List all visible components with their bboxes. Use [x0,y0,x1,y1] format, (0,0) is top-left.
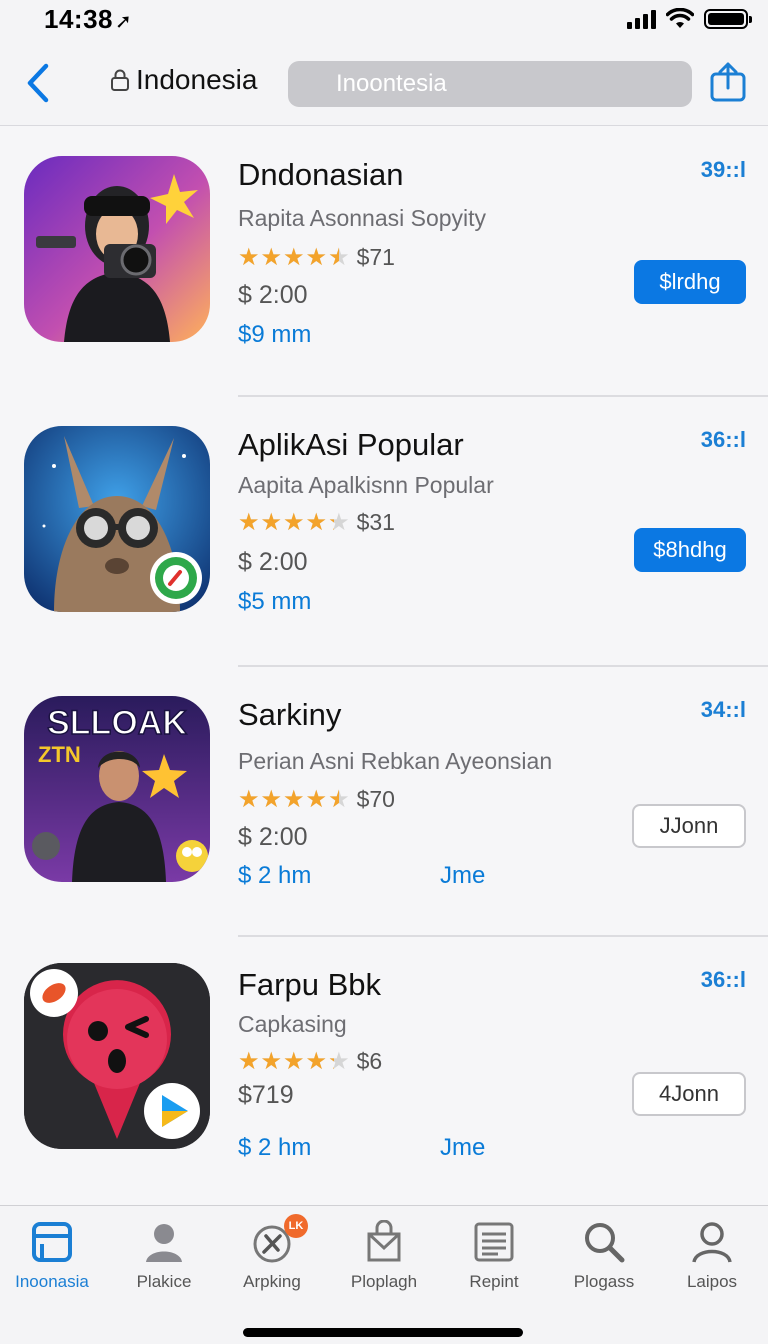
document-icon [474,1222,514,1262]
share-button[interactable] [704,58,752,106]
page-title: Indonesia [136,64,258,95]
game-poster-app-icon: SLLOAK ZTN [24,696,210,882]
tab-label: Repint [469,1272,519,1291]
rank-label: 36::l [700,427,746,452]
star-rating-icon: ★★★★★★★★★★ [238,785,351,813]
tab-label: Inoonasia [15,1272,89,1291]
person-icon [146,1224,182,1262]
notification-badge: LK [284,1214,308,1238]
list-item[interactable]: Dndonasian Rapita Asonnasi Sopyity ★★★★★… [0,127,768,397]
angry-face-pin-app-icon [24,963,210,1149]
open-button[interactable]: 4Jonn [632,1072,746,1116]
home-indicator[interactable] [243,1328,523,1337]
back-button[interactable] [18,60,58,106]
list-item[interactable]: AplikAsi Popular Aapita Apalkisnn Popula… [0,397,768,667]
tab-search[interactable]: Plogass [554,1220,654,1300]
rating: ★★★★★★★★★★ $6 [238,1048,382,1075]
tab-person[interactable]: Plakice [114,1220,214,1300]
rating-count: $71 [356,244,395,270]
app-subtitle: Perian Asni Rebkan Ayeonsian [238,748,553,774]
app-size: $5 mm [238,588,312,615]
tab-today[interactable]: Inoonasia [2,1220,102,1300]
page-title-group: Indonesia [110,64,257,96]
star-rating-icon: ★★★★★★★★★★ [238,1047,351,1075]
status-icons [627,8,752,30]
app-price: $719 [238,1081,294,1109]
app-extra-label: Jme [440,1134,486,1161]
icon-subtitle-text: ZTN [38,742,81,767]
tab-tools[interactable]: LK Arpking [222,1214,322,1300]
tab-label: Arpking [243,1272,301,1291]
status-bar: 14:38 ➚ [0,0,768,40]
app-price: $ 2:00 [238,548,308,576]
tab-label: Plakice [136,1272,192,1291]
app-name: AplikAsi Popular [238,427,464,462]
tab-label: Ploplagh [350,1272,418,1291]
tab-document[interactable]: Repint [444,1220,544,1300]
tab-bag[interactable]: Ploplagh [334,1220,434,1300]
app-subtitle: Rapita Asonnasi Sopyity [238,205,487,231]
rank-label: 34::l [700,697,746,722]
app-name: Sarkiny [238,697,342,732]
tab-label: Laipos [686,1272,738,1291]
app-size: $ 2 hm [238,1134,312,1161]
chevron-left-icon [27,63,49,103]
search-icon [585,1223,625,1263]
app-subtitle: Capkasing [238,1011,347,1037]
photographer-app-icon [24,156,210,342]
star-rating-icon: ★★★★★★★★★★ [238,508,351,536]
rating-count: $31 [356,509,395,535]
rating-count: $70 [356,786,395,812]
today-icon [32,1222,72,1262]
rank-label: 39::l [700,157,746,182]
app-price: $ 2:00 [238,823,308,851]
icon-title-text: SLLOAK [47,704,187,742]
app-size: $9 mm [238,321,312,348]
list-item[interactable]: SLLOAK ZTN Sarkiny Perian Asni Rebkan Ay… [0,667,768,937]
star-rating-icon: ★★★★★★★★★★ [238,243,351,271]
status-time: 14:38 ➚ [44,4,132,35]
tab-label: Plogass [573,1272,635,1291]
lock-icon [111,69,129,91]
rating: ★★★★★★★★★★ $71 [238,244,395,271]
rating-count: $6 [356,1048,383,1074]
open-button[interactable]: JJonn [632,804,746,848]
app-size: $ 2 hm [238,862,312,889]
navigation-bar: Indonesia [0,40,768,126]
cellular-signal-icon [627,9,656,29]
search-input[interactable] [288,61,692,107]
app-name: Farpu Bbk [238,967,382,1002]
rank-label: 36::l [700,967,746,992]
app-subtitle: Aapita Apalkisnn Popular [238,472,494,498]
rating: ★★★★★★★★★★ $70 [238,786,395,813]
account-icon [692,1222,732,1263]
bag-icon [367,1220,401,1262]
get-button[interactable]: $lrdhg [634,260,746,304]
tab-account[interactable]: Laipos [662,1220,762,1300]
wifi-icon [666,8,694,28]
kangaroo-goggles-app-icon [24,426,210,612]
rating: ★★★★★★★★★★ $31 [238,509,395,536]
app-price: $ 2:00 [238,281,308,309]
clock-text: 14:38 [44,4,113,34]
app-extra-label: Jme [440,862,486,889]
get-button[interactable]: $8hdhg [634,528,746,572]
location-arrow-icon: ➚ [115,11,133,33]
app-name: Dndonasian [238,157,404,192]
tab-bar: Inoonasia Plakice LK Arpking Ploplagh Re… [0,1205,768,1344]
share-icon [710,62,746,102]
battery-icon [704,9,752,29]
list-item[interactable]: Farpu Bbk Capkasing ★★★★★★★★★★ $6 $719 $… [0,937,768,1207]
